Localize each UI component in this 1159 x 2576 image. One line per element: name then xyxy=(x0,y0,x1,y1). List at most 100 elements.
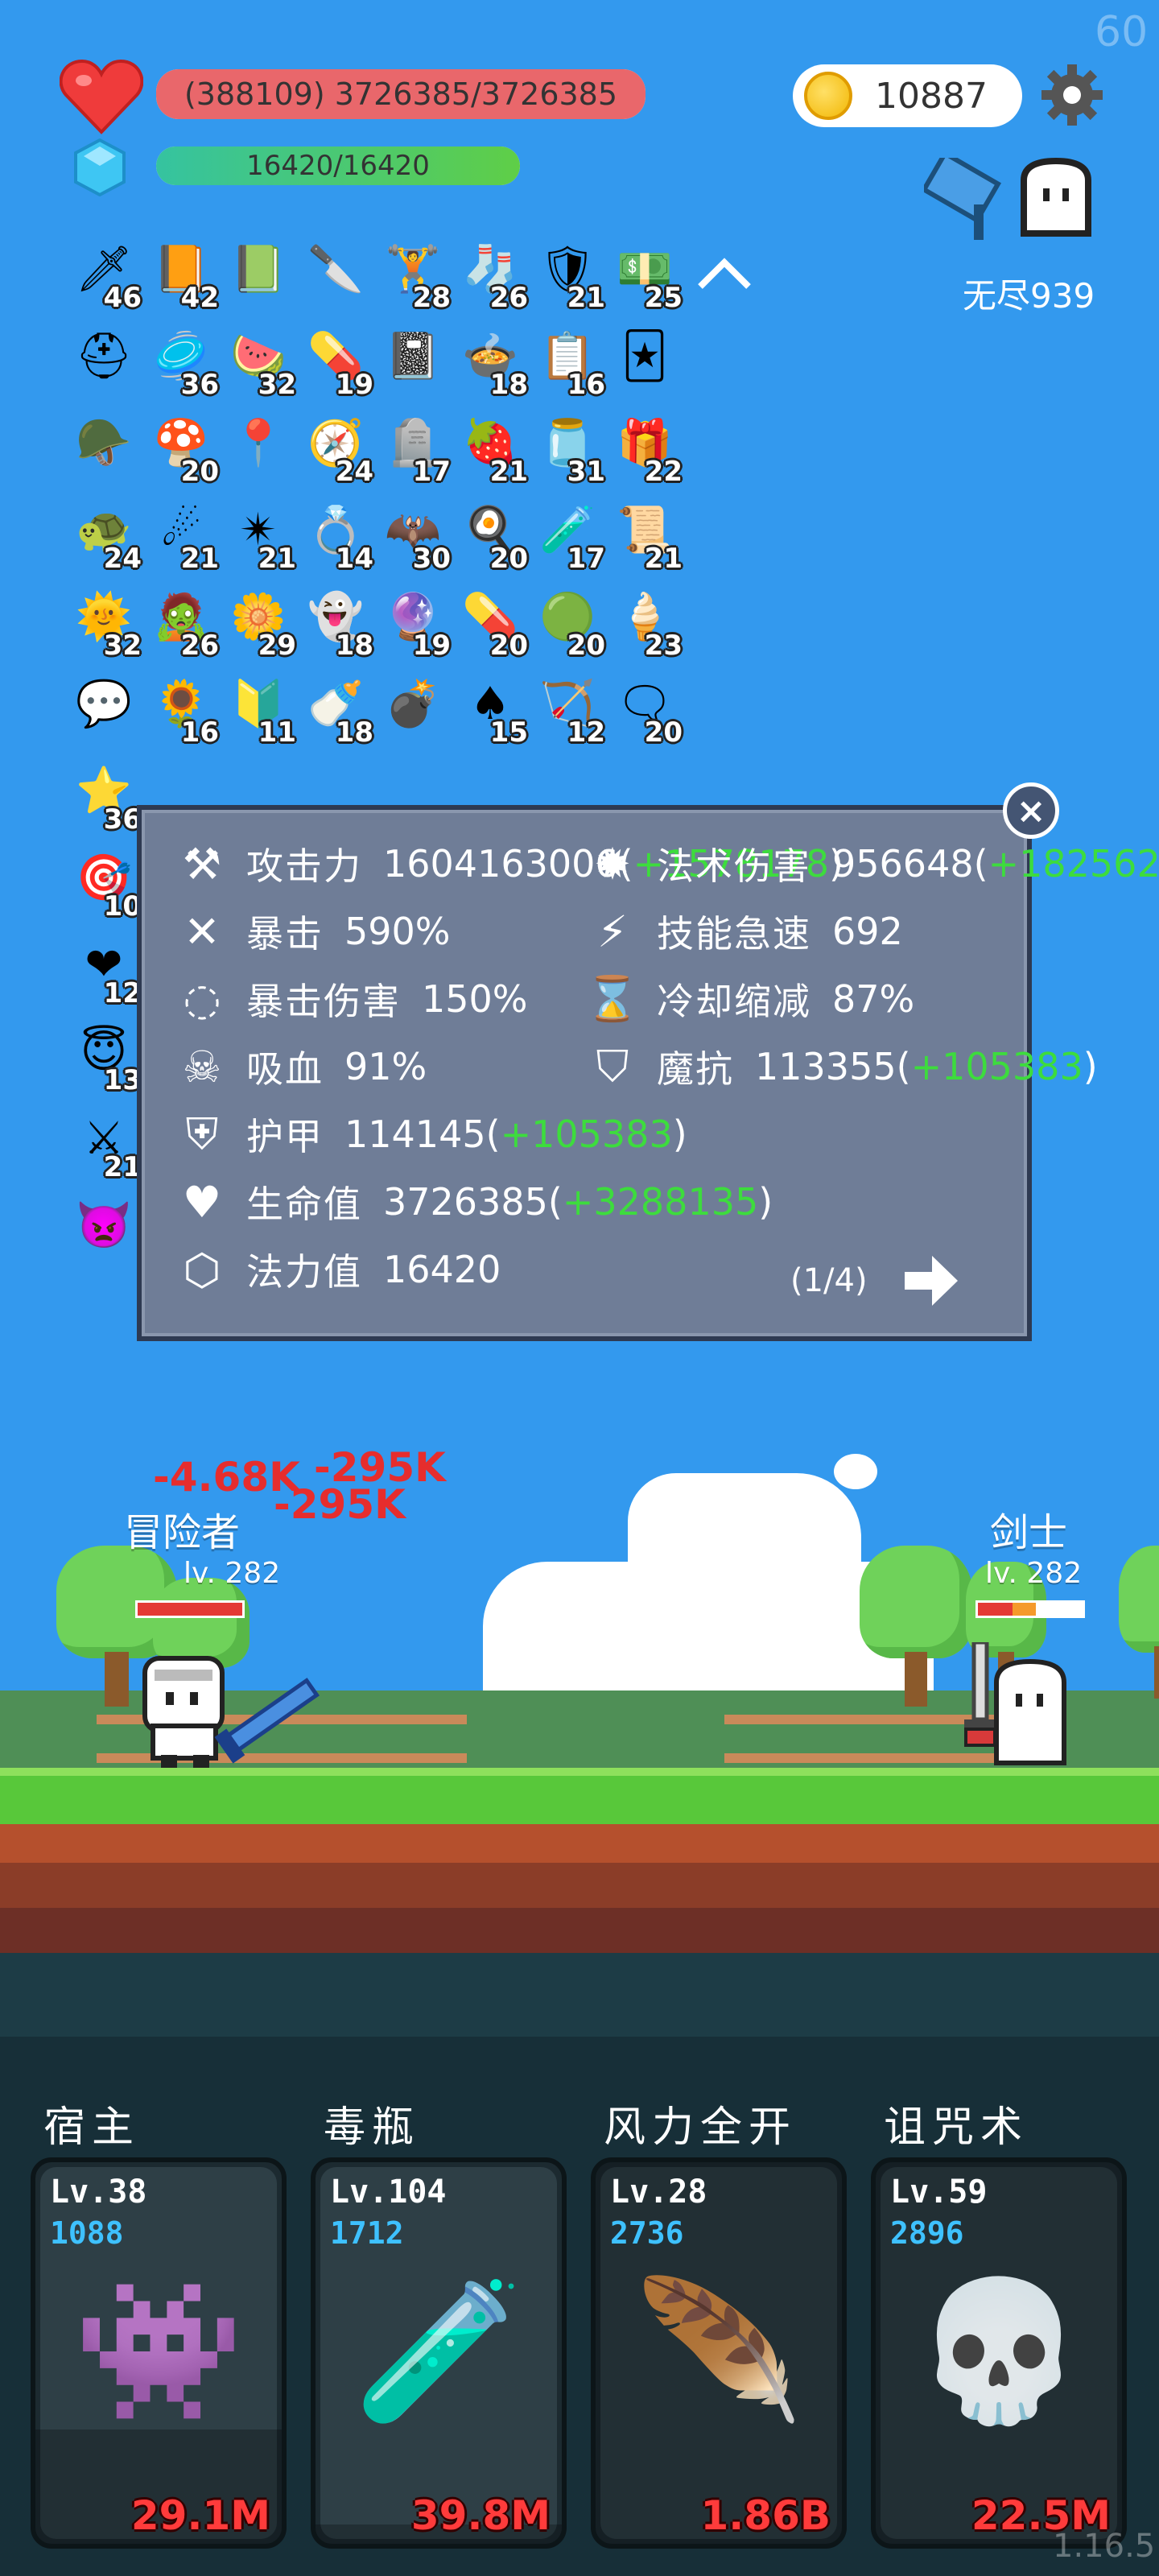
skill-card[interactable]: Lv.104 1712 🧪 39.8M xyxy=(311,2157,567,2549)
inventory-item[interactable]: 🧦 26 xyxy=(454,233,531,315)
inventory-item[interactable]: 📓 xyxy=(377,320,454,398)
magic-resist-icon: ⛉ xyxy=(596,1041,629,1092)
inventory-item[interactable]: 📍 xyxy=(222,407,299,485)
player-hp-bar xyxy=(135,1600,245,1618)
inventory-item[interactable]: 🎁 22 xyxy=(608,407,686,489)
inventory-item[interactable]: 🪦 17 xyxy=(377,407,454,489)
inventory-item[interactable]: 🍦 23 xyxy=(608,581,686,663)
pixel-flag-icon[interactable] xyxy=(924,158,1013,246)
inventory-item[interactable]: 🧪 17 xyxy=(531,494,608,576)
inventory-item[interactable]: 🌞 32 xyxy=(68,581,145,663)
skill-value: 2736 xyxy=(610,2215,684,2251)
skill-card[interactable]: Lv.59 2896 💀 22.5M xyxy=(871,2157,1127,2549)
inventory-item[interactable]: 💣 xyxy=(377,668,454,745)
ghost-companion-icon[interactable] xyxy=(1016,156,1096,240)
skull-icon: 💀 xyxy=(914,2272,1084,2431)
gear-icon[interactable] xyxy=(1040,63,1104,127)
inventory-item[interactable]: 🍓 21 xyxy=(454,407,531,489)
inventory-item[interactable]: 📜 21 xyxy=(608,494,686,576)
stat-label: 魔抗 xyxy=(657,1047,734,1091)
item-count: 20 xyxy=(489,543,528,575)
inventory-item[interactable]: ⭐ 36 xyxy=(68,755,145,836)
inventory-item[interactable]: ⛑ xyxy=(68,320,145,398)
inventory-item[interactable]: 🦇 30 xyxy=(377,494,454,576)
stat-row: ⛉ 魔抗 113355 (+105383) xyxy=(586,1040,1098,1093)
knight-helmet-icon: 🪖 xyxy=(76,417,132,469)
inventory-item[interactable]: 🛡 21 xyxy=(531,233,608,315)
swordsman-enemy[interactable] xyxy=(958,1642,1087,1771)
player-level: lv. 282 xyxy=(184,1557,281,1590)
inventory-item[interactable]: 🧟 26 xyxy=(145,581,222,663)
inventory-item[interactable]: 🔪 xyxy=(299,233,377,311)
chat-bubble-icon: 💬 xyxy=(76,678,132,730)
inventory-item[interactable]: 🥏 36 xyxy=(145,320,222,402)
coin-icon xyxy=(804,72,852,120)
helmet-icon: ⛑ xyxy=(75,330,133,382)
inventory-item[interactable]: ⚔ 21 xyxy=(68,1103,145,1184)
inventory-item[interactable]: 🍉 32 xyxy=(222,320,299,402)
hp-text: (388109) 3726385/3726385 xyxy=(184,76,618,112)
inventory-item[interactable]: 💍 14 xyxy=(299,494,377,576)
skill-card[interactable]: Lv.28 2736 🪶 1.86B xyxy=(591,2157,847,2549)
chevron-up-icon[interactable] xyxy=(694,254,755,293)
inventory-item[interactable]: ☄ 21 xyxy=(145,494,222,576)
item-count: 22 xyxy=(644,456,683,488)
inventory-item[interactable]: ❤ 12 xyxy=(68,929,145,1010)
inventory-item[interactable]: 🗨 20 xyxy=(608,668,686,749)
inventory-item[interactable]: 🍼 18 xyxy=(299,668,377,749)
stat-label: 吸血 xyxy=(246,1047,324,1091)
inventory-item[interactable]: 🗡 46 xyxy=(68,233,145,315)
inventory-item[interactable]: ♠ 15 xyxy=(454,668,531,749)
hp-bar: (388109) 3726385/3726385 xyxy=(156,69,645,119)
inventory-item[interactable]: ✴ 21 xyxy=(222,494,299,576)
inventory-item[interactable]: 🏋 28 xyxy=(377,233,454,315)
inventory-item[interactable]: 🟢 20 xyxy=(531,581,608,663)
inventory-item[interactable]: 🐢 24 xyxy=(68,494,145,576)
inventory-item[interactable]: 🧭 24 xyxy=(299,407,377,489)
inventory-item[interactable]: 🃏 xyxy=(608,320,686,398)
inventory-item[interactable]: 😇 13 xyxy=(68,1016,145,1097)
inventory-item[interactable]: 🔮 19 xyxy=(377,581,454,663)
fps-counter: 60 xyxy=(1095,8,1149,56)
inventory-item[interactable]: 💬 xyxy=(68,668,145,745)
inventory-item[interactable]: 🫙 31 xyxy=(531,407,608,489)
armor-icon: ⛨ xyxy=(185,1108,219,1159)
enemy-name: 剑士 xyxy=(990,1510,1068,1555)
item-count: 21 xyxy=(567,282,605,314)
inventory-item[interactable]: 💊 19 xyxy=(299,320,377,402)
item-count: 20 xyxy=(644,716,683,749)
stat-value: 590% xyxy=(344,910,451,953)
close-button[interactable]: × xyxy=(1003,782,1059,839)
inventory-item[interactable]: 📙 42 xyxy=(145,233,222,315)
feather-icon: 🪶 xyxy=(633,2272,804,2431)
skill-card[interactable]: Lv.38 1088 👾 29.1M xyxy=(31,2157,287,2549)
item-count: 20 xyxy=(489,630,528,662)
inventory-item[interactable]: 🏹 12 xyxy=(531,668,608,749)
stat-value: 91% xyxy=(344,1045,427,1088)
stat-label: 冷却缩减 xyxy=(657,980,811,1023)
adventurer-character[interactable] xyxy=(137,1642,330,1771)
inventory-item[interactable]: 🍄 20 xyxy=(145,407,222,489)
inventory-item[interactable]: 👿 xyxy=(68,1190,145,1267)
inventory-item[interactable]: 📋 16 xyxy=(531,320,608,402)
inventory-item[interactable]: 👻 18 xyxy=(299,581,377,663)
item-count: 29 xyxy=(258,630,296,662)
lightning-icon: ⚡ xyxy=(597,906,628,957)
inventory-item[interactable]: 📗 xyxy=(222,233,299,311)
item-count: 18 xyxy=(489,369,528,401)
stat-label: 生命值 xyxy=(246,1183,362,1226)
arrow-right-icon[interactable] xyxy=(901,1253,961,1309)
inventory-item[interactable]: 🍲 18 xyxy=(454,320,531,402)
inventory-item[interactable]: 🎯 10 xyxy=(68,842,145,923)
inventory-item[interactable]: 🔰 11 xyxy=(222,668,299,749)
stat-row: ♥ 生命值 3726385 (+3288135) xyxy=(175,1175,773,1228)
inventory-item[interactable]: 💊 20 xyxy=(454,581,531,663)
inventory-item[interactable]: 🌻 16 xyxy=(145,668,222,749)
crit-icon: ✕ xyxy=(184,906,221,957)
inventory-item[interactable]: 💵 25 xyxy=(608,233,686,315)
stat-value: 113355 xyxy=(755,1045,897,1088)
inventory-item[interactable]: 🪖 xyxy=(68,407,145,485)
blade-icon: 🔪 xyxy=(307,243,364,295)
inventory-item[interactable]: 🌼 29 xyxy=(222,581,299,663)
inventory-item[interactable]: 🍳 20 xyxy=(454,494,531,576)
